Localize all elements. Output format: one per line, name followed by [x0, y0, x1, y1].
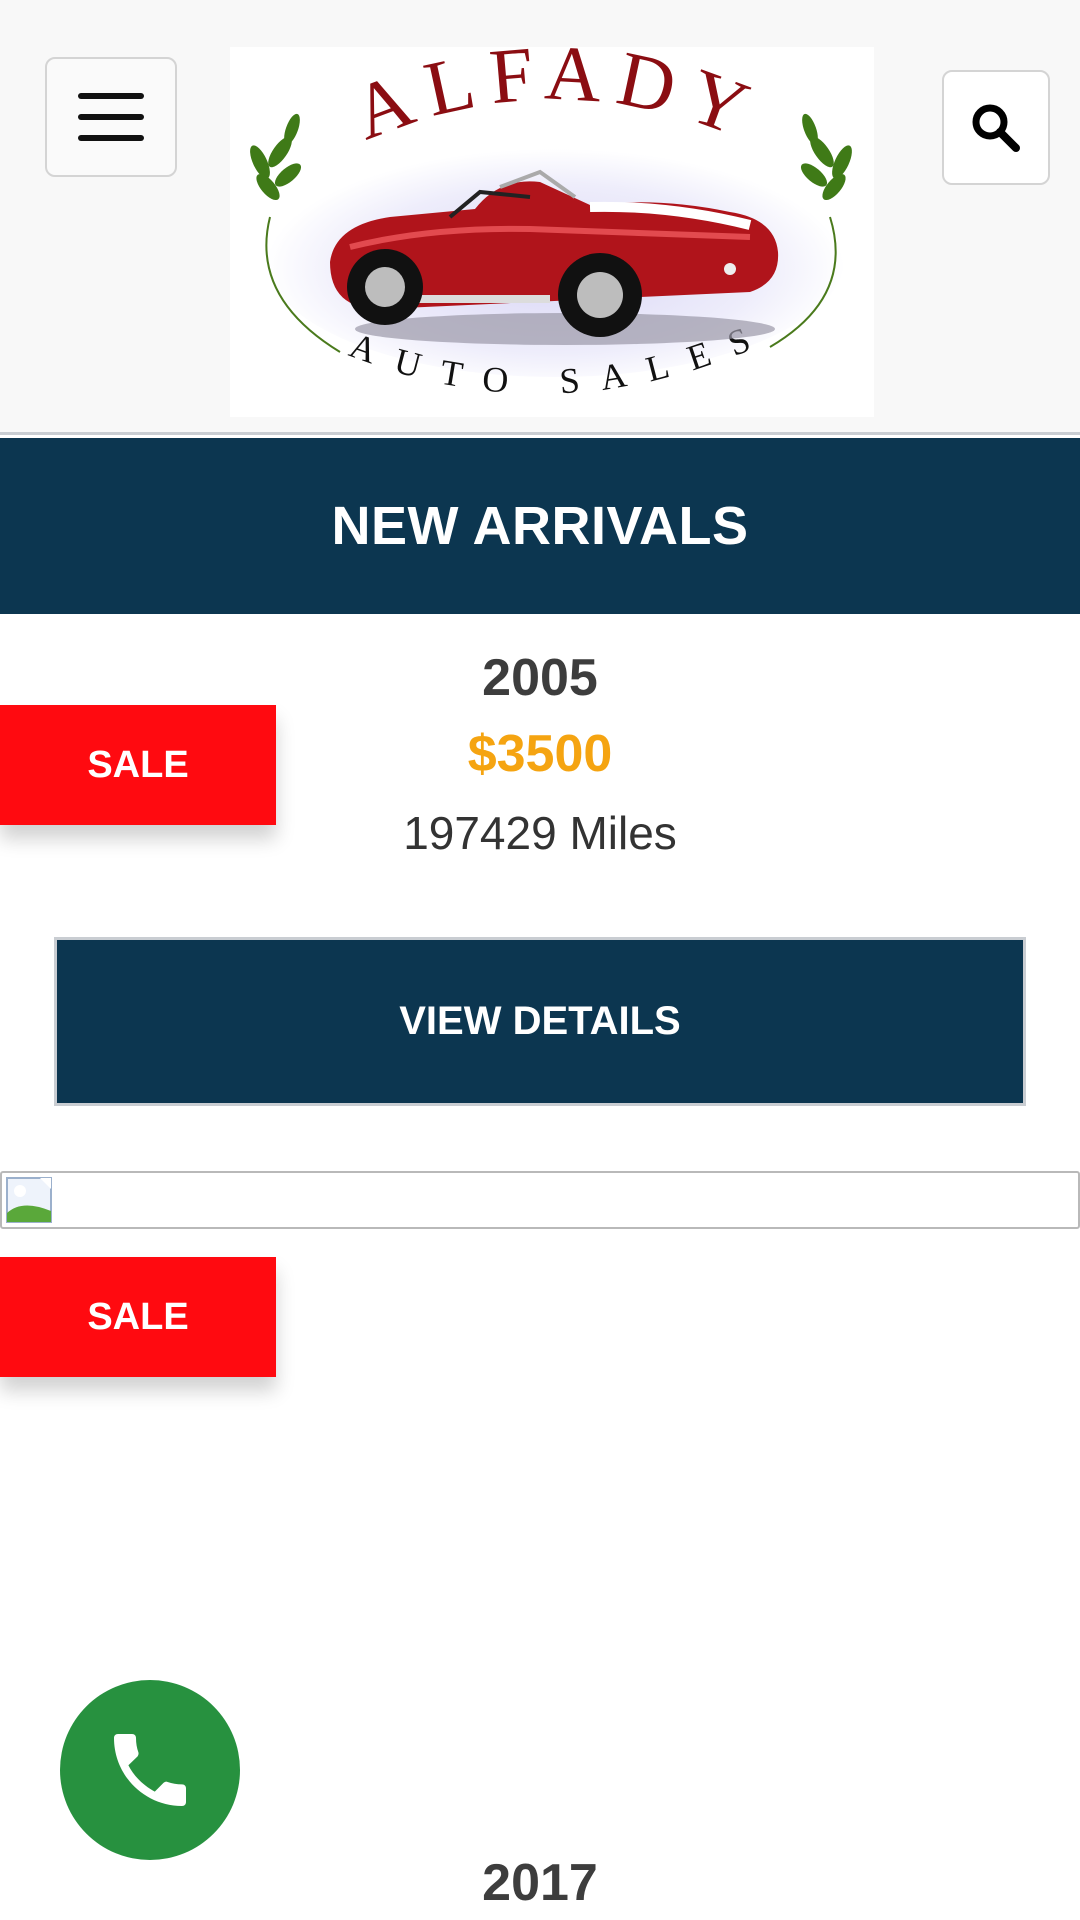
- broken-image-icon: [6, 1177, 52, 1223]
- listing-price: $3500: [467, 725, 613, 783]
- site-logo[interactable]: ALFADY AUTO SALES: [230, 47, 874, 417]
- phone-icon: [114, 1734, 186, 1806]
- page: ALFADY AUTO SALES NEW ARRIVALS 2005 SALE…: [0, 0, 1080, 1920]
- listing-image[interactable]: [0, 1171, 1080, 1229]
- listing-year: 2017: [482, 1854, 598, 1912]
- call-button[interactable]: [60, 1680, 240, 1860]
- section-title: NEW ARRIVALS: [331, 496, 749, 556]
- site-header: ALFADY AUTO SALES: [0, 0, 1080, 435]
- new-arrivals-banner: NEW ARRIVALS: [0, 438, 1080, 614]
- hamburger-menu-button[interactable]: [45, 57, 177, 177]
- search-button[interactable]: [942, 70, 1050, 185]
- sale-badge: SALE: [0, 1257, 276, 1377]
- search-icon: [972, 104, 1020, 152]
- listing-year: 2005: [482, 649, 598, 707]
- hamburger-menu-icon: [78, 93, 144, 99]
- listing-mileage: 197429 Miles: [403, 807, 677, 859]
- view-details-button[interactable]: VIEW DETAILS: [54, 937, 1026, 1106]
